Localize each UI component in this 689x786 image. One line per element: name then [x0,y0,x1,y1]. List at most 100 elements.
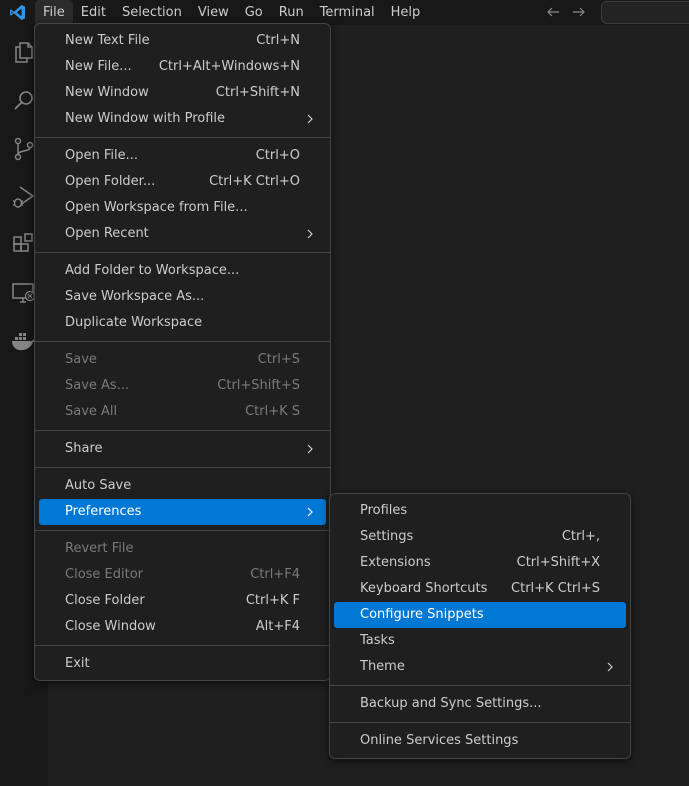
menu-item-label: Open File... [65,148,139,163]
menu-item-share[interactable]: Share [39,436,326,462]
menu-item-open-workspace-from-file[interactable]: Open Workspace from File... [39,195,326,221]
menu-item-label: Duplicate Workspace [65,315,203,330]
menu-item-label: Close Editor [65,567,144,582]
menu-item-label: Auto Save [65,478,132,493]
menu-item-label: Revert File [65,541,134,556]
title-bar: File Edit Selection View Go Run Terminal… [0,0,689,25]
menu-item-label: Profiles [360,503,408,518]
menu-edit[interactable]: Edit [73,0,114,25]
menu-item-shortcut: Ctrl+F4 [250,567,300,582]
preferences-submenu: Profiles Settings Ctrl+, Extensions Ctrl+Shi… [329,493,631,759]
menu-item-save-as: Save As... Ctrl+Shift+S [39,373,326,399]
menu-item-shortcut: Ctrl+S [257,352,300,367]
menu-item-shortcut: Alt+F4 [255,619,300,634]
menu-item-new-file[interactable]: New File... Ctrl+Alt+Windows+N [39,54,326,80]
menu-separator [330,685,630,686]
menu-item-profiles[interactable]: Profiles [334,498,626,524]
menu-item-open-file[interactable]: Open File... Ctrl+O [39,143,326,169]
menu-item-label: Close Folder [65,593,145,608]
chevron-right-icon [307,507,313,517]
menu-selection[interactable]: Selection [114,0,190,25]
menu-item-shortcut: Ctrl+K S [245,404,300,419]
menu-item-shortcut: Ctrl+, [561,529,600,544]
menu-item-shortcut: Ctrl+K Ctrl+O [209,174,300,189]
menu-item-save-workspace-as[interactable]: Save Workspace As... [39,284,326,310]
menu-separator [35,530,330,531]
menu-item-extensions[interactable]: Extensions Ctrl+Shift+X [334,550,626,576]
menu-item-label: Theme [360,659,405,674]
menu-item-configure-snippets[interactable]: Configure Snippets [334,602,626,628]
menu-separator [35,137,330,138]
menu-separator [330,722,630,723]
menu-separator [35,645,330,646]
menu-item-open-recent[interactable]: Open Recent [39,221,326,247]
menu-item-theme[interactable]: Theme [334,654,626,680]
chevron-right-icon [607,662,613,672]
menu-item-label: Close Window [65,619,156,634]
menu-item-label: New Window [65,85,149,100]
menu-item-shortcut: Ctrl+Shift+N [215,85,300,100]
menu-item-tasks[interactable]: Tasks [334,628,626,654]
menu-item-label: Add Folder to Workspace... [65,263,240,278]
menu-item-close-editor: Close Editor Ctrl+F4 [39,562,326,588]
menu-item-shortcut: Ctrl+O [255,148,300,163]
vscode-logo-icon[interactable] [9,4,26,21]
menu-item-label: Open Recent [65,226,149,241]
menu-item-label: Configure Snippets [360,607,484,622]
menu-item-shortcut: Ctrl+K Ctrl+S [511,581,600,596]
menu-item-label: Backup and Sync Settings... [360,696,542,711]
menu-item-close-folder[interactable]: Close Folder Ctrl+K F [39,588,326,614]
menu-item-label: Save All [65,404,118,419]
menu-item-label: New Window with Profile [65,111,226,126]
menu-item-exit[interactable]: Exit [39,651,326,677]
chevron-right-icon [307,229,313,239]
menu-item-settings[interactable]: Settings Ctrl+, [334,524,626,550]
file-menu: New Text File Ctrl+N New File... Ctrl+Alt+W… [34,23,331,681]
menu-item-save-all: Save All Ctrl+K S [39,399,326,425]
menu-go[interactable]: Go [237,0,271,25]
menu-item-shortcut: Ctrl+Alt+Windows+N [158,59,300,74]
menu-item-label: New File... [65,59,132,74]
menu-item-label: Keyboard Shortcuts [360,581,488,596]
menu-item-revert-file: Revert File [39,536,326,562]
menu-item-open-folder[interactable]: Open Folder... Ctrl+K Ctrl+O [39,169,326,195]
menu-item-shortcut: Ctrl+Shift+X [516,555,600,570]
menu-item-label: Open Folder... [65,174,156,189]
back-arrow-icon[interactable] [545,4,561,20]
menu-item-add-folder-to-workspace[interactable]: Add Folder to Workspace... [39,258,326,284]
menu-view[interactable]: View [190,0,237,25]
menu-item-auto-save[interactable]: Auto Save [39,473,326,499]
chevron-right-icon [307,114,313,124]
menu-terminal[interactable]: Terminal [312,0,383,25]
menu-separator [35,467,330,468]
menu-item-new-text-file[interactable]: New Text File Ctrl+N [39,28,326,54]
menu-item-online-services-settings[interactable]: Online Services Settings [334,728,626,754]
menu-item-keyboard-shortcuts[interactable]: Keyboard Shortcuts Ctrl+K Ctrl+S [334,576,626,602]
menu-item-label: Tasks [360,633,395,648]
menu-item-new-window[interactable]: New Window Ctrl+Shift+N [39,80,326,106]
menu-item-save: Save Ctrl+S [39,347,326,373]
menu-separator [35,430,330,431]
menu-item-label: Save As... [65,378,130,393]
menu-item-shortcut: Ctrl+N [256,33,300,48]
menu-item-label: Settings [360,529,414,544]
menu-bar: File Edit Selection View Go Run Terminal… [35,0,428,25]
menu-item-duplicate-workspace[interactable]: Duplicate Workspace [39,310,326,336]
menu-item-new-window-with-profile[interactable]: New Window with Profile [39,106,326,132]
menu-item-shortcut: Ctrl+K F [245,593,300,608]
menu-run[interactable]: Run [271,0,312,25]
menu-item-preferences[interactable]: Preferences [39,499,326,525]
menu-item-shortcut: Ctrl+Shift+S [217,378,300,393]
menu-item-label: Exit [65,656,90,671]
forward-arrow-icon[interactable] [571,4,587,20]
menu-item-label: New Text File [65,33,150,48]
menu-item-label: Save [65,352,97,367]
menu-help[interactable]: Help [383,0,429,25]
chevron-right-icon [307,444,313,454]
menu-item-backup-and-sync-settings[interactable]: Backup and Sync Settings... [334,691,626,717]
menu-item-close-window[interactable]: Close Window Alt+F4 [39,614,326,640]
menu-file[interactable]: File [35,0,73,25]
command-center-search[interactable] [601,1,689,24]
menu-separator [35,341,330,342]
menu-separator [35,252,330,253]
